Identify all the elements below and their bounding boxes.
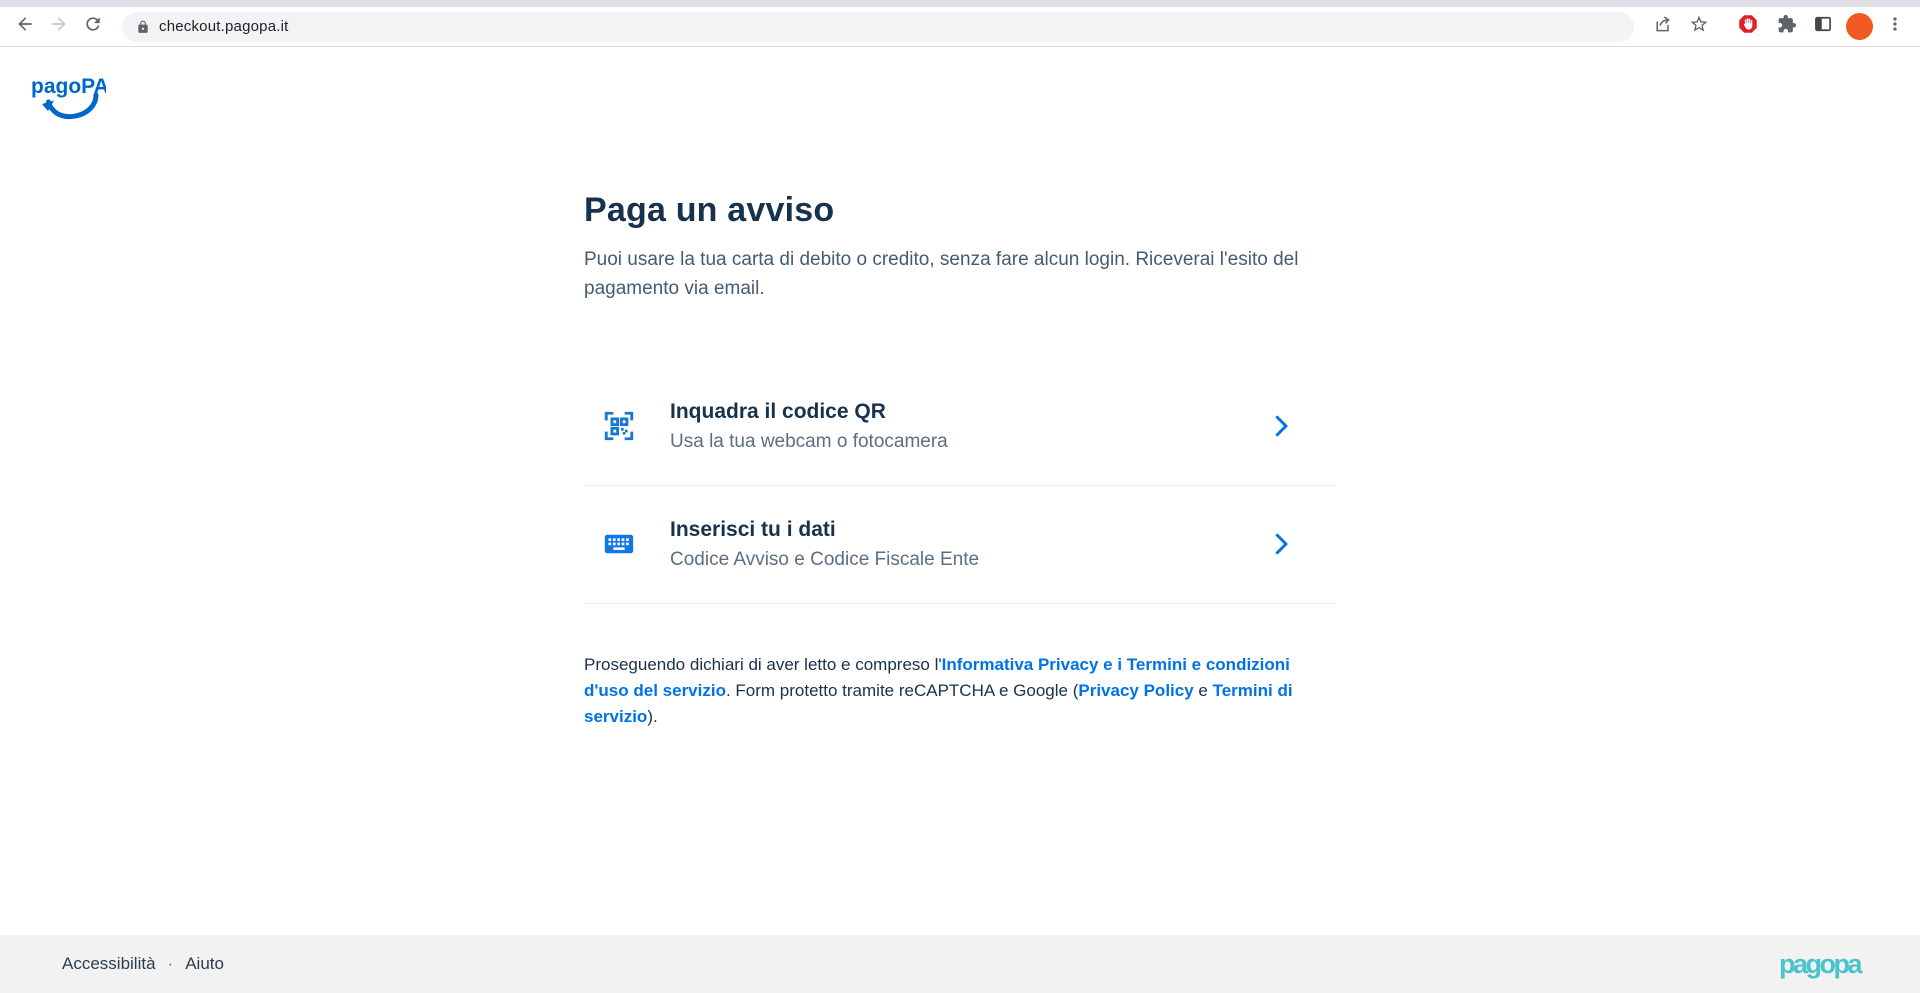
https-lock-icon[interactable]: [136, 20, 150, 34]
url-text: checkout.pagopa.it: [159, 18, 289, 35]
footer-separator: ·: [168, 954, 174, 974]
google-privacy-policy-link[interactable]: Privacy Policy: [1078, 681, 1193, 700]
site-header: pagoPA: [0, 47, 1920, 134]
disclaimer-text: . Form protetto tramite reCAPTCHA e Goog…: [726, 681, 1078, 700]
bookmark-button[interactable]: [1682, 10, 1716, 44]
pagopa-logo[interactable]: pagoPA: [30, 71, 106, 134]
address-bar[interactable]: checkout.pagopa.it: [122, 12, 1634, 42]
option-subtitle: Codice Avviso e Codice Fiscale Ente: [670, 548, 1266, 573]
disclaimer-text: Proseguendo dichiari di aver letto e com…: [584, 655, 942, 674]
payment-options-list: Inquadra il codice QR Usa la tua webcam …: [584, 368, 1336, 604]
browser-menu-button[interactable]: [1878, 10, 1912, 44]
chevron-right-icon: [1266, 529, 1296, 559]
page-subtitle: Puoi usare la tua carta di debito o cred…: [584, 245, 1336, 304]
side-panel-icon: [1813, 14, 1833, 39]
profile-button[interactable]: [1842, 10, 1876, 44]
page-footer: Accessibilità · Aiuto pagopa: [0, 935, 1920, 993]
bookmark-star-icon: [1689, 14, 1709, 39]
browser-tab-strip: [0, 0, 1920, 7]
main-content: Paga un avviso Puoi usare la tua carta d…: [584, 190, 1336, 731]
forward-button[interactable]: [42, 10, 76, 44]
option-subtitle: Usa la tua webcam o fotocamera: [670, 430, 1266, 455]
qr-scanner-icon: [602, 409, 636, 443]
profile-avatar: [1846, 13, 1873, 40]
option-title: Inquadra il codice QR: [670, 398, 1266, 425]
reload-button[interactable]: [76, 10, 110, 44]
extensions-puzzle-icon: [1777, 14, 1797, 39]
forward-arrow-icon: [49, 14, 69, 39]
kebab-menu-icon: [1885, 14, 1905, 39]
page-title: Paga un avviso: [584, 190, 1336, 231]
pagopa-footer-logo: pagopa: [1779, 949, 1860, 980]
help-link[interactable]: Aiuto: [185, 954, 224, 974]
option-scan-qr[interactable]: Inquadra il codice QR Usa la tua webcam …: [584, 368, 1336, 486]
adblock-hand-icon: [1738, 14, 1764, 40]
browser-toolbar: checkout.pagopa.it: [0, 7, 1920, 47]
keyboard-icon: [602, 527, 636, 561]
disclaimer-text: ).: [647, 707, 657, 726]
reload-icon: [83, 14, 103, 39]
side-panel-button[interactable]: [1806, 10, 1840, 44]
share-button[interactable]: [1646, 10, 1680, 44]
back-arrow-icon: [15, 14, 35, 39]
chevron-right-icon: [1266, 411, 1296, 441]
option-manual-entry[interactable]: Inserisci tu i dati Codice Avviso e Codi…: [584, 486, 1336, 604]
accessibility-link[interactable]: Accessibilità: [62, 954, 156, 974]
back-button[interactable]: [8, 10, 42, 44]
option-title: Inserisci tu i dati: [670, 516, 1266, 543]
page-body: pagoPA Paga un avviso Puoi usare la tua …: [0, 47, 1920, 935]
disclaimer-text: e: [1194, 681, 1213, 700]
privacy-disclaimer: Proseguendo dichiari di aver letto e com…: [584, 652, 1336, 731]
extensions-button[interactable]: [1770, 10, 1804, 44]
adblock-extension-button[interactable]: [1734, 10, 1768, 44]
share-icon: [1653, 14, 1673, 39]
